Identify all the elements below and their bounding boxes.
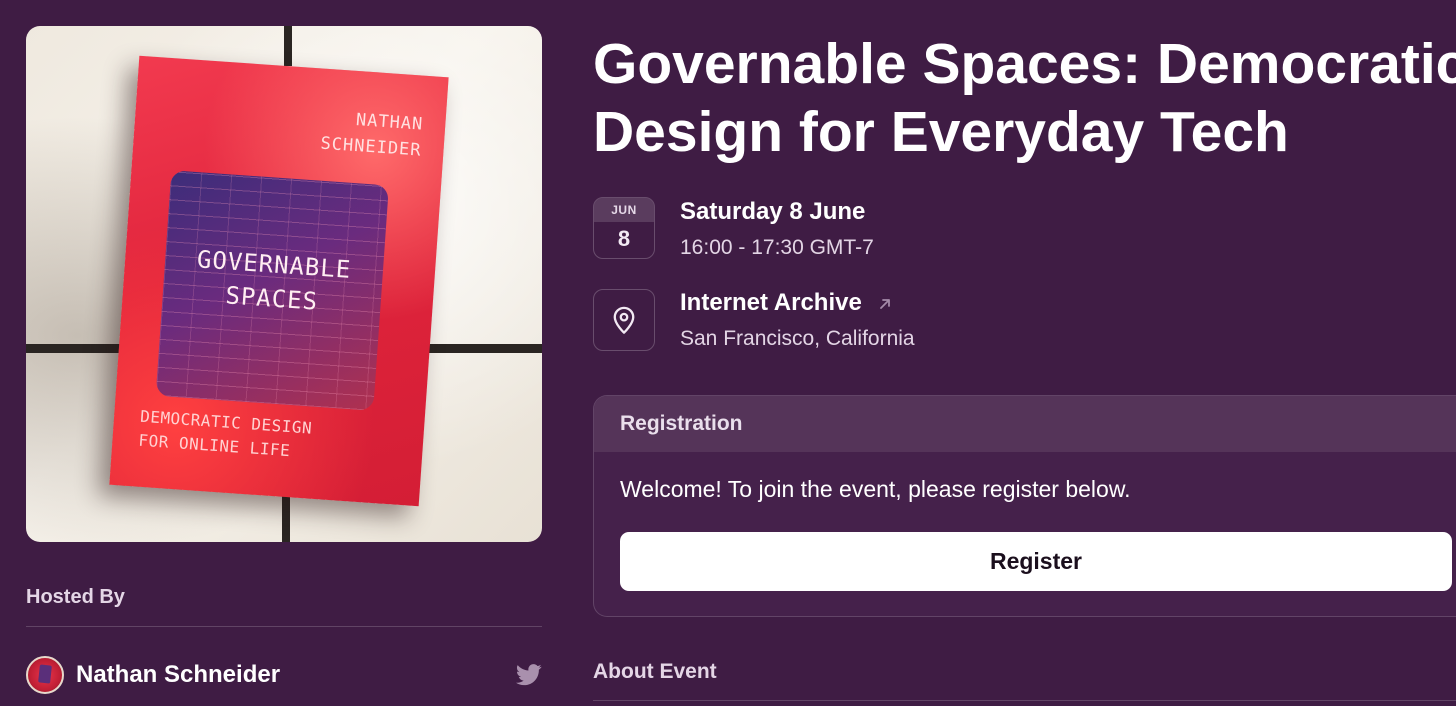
book-cover: NATHAN SCHNEIDER GOVERNABLE SPACES DEMOC… bbox=[109, 55, 449, 507]
event-page: NATHAN SCHNEIDER GOVERNABLE SPACES DEMOC… bbox=[0, 0, 1456, 706]
venue-city: San Francisco, California bbox=[680, 327, 915, 350]
registration-welcome-text: Welcome! To join the event, please regis… bbox=[620, 476, 1131, 502]
event-time: 16:00 - 17:30 GMT-7 bbox=[680, 236, 874, 259]
calendar-icon: JUN 8 bbox=[593, 197, 655, 259]
hosted-by-label: Hosted By bbox=[26, 586, 125, 608]
venue-link[interactable]: Internet Archive bbox=[680, 289, 893, 317]
register-button[interactable]: Register bbox=[620, 532, 1452, 591]
host-row[interactable]: Nathan Schneider bbox=[26, 655, 542, 695]
book-subtitle: DEMOCRATIC DESIGN FOR ONLINE LIFE bbox=[138, 405, 313, 465]
event-title: Governable Spaces: Democratic Design for… bbox=[593, 30, 1456, 166]
registration-card: Registration Welcome! To join the event,… bbox=[593, 395, 1456, 617]
host-avatar[interactable] bbox=[26, 656, 64, 694]
event-date: Saturday 8 June bbox=[680, 198, 866, 225]
map-pin-icon bbox=[613, 306, 635, 334]
about-event-label: About Event bbox=[593, 660, 717, 683]
divider bbox=[593, 700, 1456, 701]
host-name[interactable]: Nathan Schneider bbox=[76, 661, 280, 689]
twitter-icon[interactable] bbox=[516, 664, 542, 686]
date-day: 8 bbox=[617, 226, 631, 251]
date-month: JUN bbox=[594, 198, 654, 222]
tile-grout bbox=[284, 26, 292, 66]
book-window-art: GOVERNABLE SPACES bbox=[155, 170, 389, 411]
external-arrow-icon bbox=[879, 298, 890, 309]
event-cover-image: NATHAN SCHNEIDER GOVERNABLE SPACES DEMOC… bbox=[26, 26, 542, 542]
event-title-line: Governable Spaces: Democratic bbox=[593, 32, 1456, 96]
event-title-line: Design for Everyday Tech bbox=[593, 100, 1289, 164]
book-author: NATHAN SCHNEIDER bbox=[320, 105, 425, 164]
tile-grout bbox=[282, 496, 290, 542]
divider bbox=[26, 626, 542, 627]
location-box bbox=[593, 289, 655, 351]
venue-name[interactable]: Internet Archive bbox=[680, 289, 862, 316]
registration-header: Registration bbox=[594, 396, 1456, 452]
